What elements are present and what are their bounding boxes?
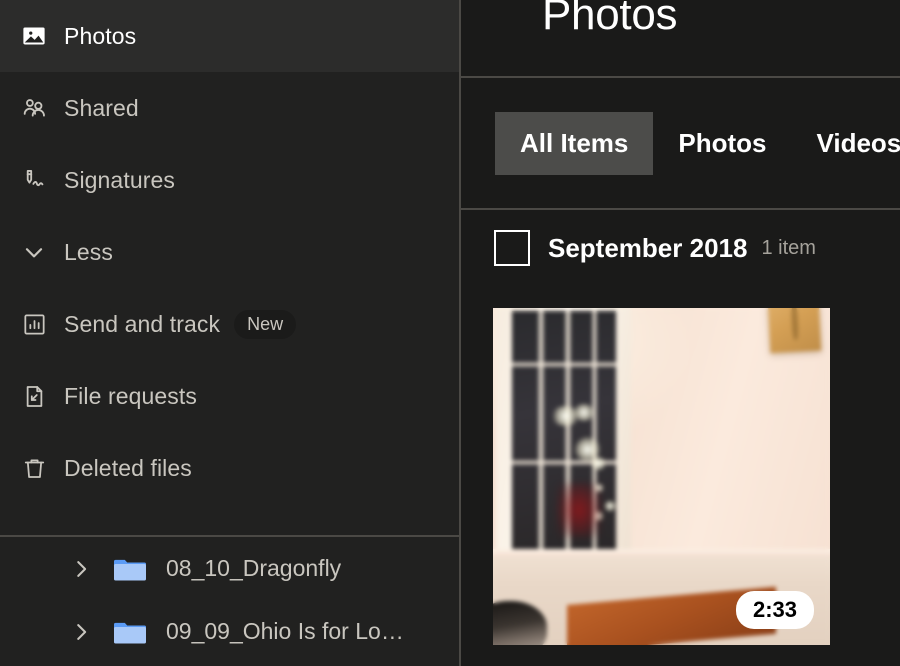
group-item-count: 1 item <box>761 236 816 259</box>
tree-item-label: 08_10_Dragonfly <box>166 555 342 581</box>
chevron-right-icon[interactable] <box>70 621 92 643</box>
sidebar-item-file-requests[interactable]: File requests <box>0 360 459 432</box>
file-download-icon <box>19 381 49 411</box>
sidebar: Photos Shared Signatures Less Send and t… <box>0 0 461 666</box>
status-badge-new: New <box>234 309 297 339</box>
thumbnail-light <box>604 500 616 512</box>
trash-icon <box>19 453 49 483</box>
sidebar-item-photos[interactable]: Photos <box>0 0 459 72</box>
group-title: September 2018 <box>548 232 748 263</box>
tab-all-items[interactable]: All Items <box>495 111 654 175</box>
chevron-right-icon[interactable] <box>70 558 92 580</box>
video-thumbnail[interactable]: 2:33 <box>493 308 830 645</box>
sidebar-item-send-and-track[interactable]: Send and track New <box>0 288 459 360</box>
content-header: Photos <box>461 0 900 78</box>
sidebar-item-label: Photos <box>64 22 137 49</box>
tab-bar: All Items Photos Videos <box>461 78 900 210</box>
thumbnail-mullion <box>511 361 616 367</box>
tree-item-folder-2[interactable]: 09_09_Ohio Is for Lo… <box>0 600 459 663</box>
group-select-checkbox[interactable] <box>494 230 530 266</box>
sidebar-item-label: Less <box>64 238 113 265</box>
tree-item-label: 09_09_Ohio Is for Lo… <box>166 618 404 644</box>
folder-icon <box>113 555 147 583</box>
people-icon <box>19 93 49 123</box>
sidebar-item-shared[interactable]: Shared <box>0 72 459 144</box>
sidebar-item-signatures[interactable]: Signatures <box>0 144 459 216</box>
tab-videos[interactable]: Videos <box>791 112 900 175</box>
sidebar-item-deleted-files[interactable]: Deleted files <box>0 432 459 504</box>
folder-tree: 08_10_Dragonfly 09_09_Ohio Is for Lo… <box>0 537 459 666</box>
folder-icon <box>113 618 147 646</box>
app-root: Photos Shared Signatures Less Send and t… <box>0 0 900 666</box>
tree-item-folder-1[interactable]: 08_10_Dragonfly <box>0 537 459 600</box>
sidebar-item-label: File requests <box>64 382 197 409</box>
sidebar-item-label: Deleted files <box>64 454 192 481</box>
group-header: September 2018 1 item <box>461 210 900 286</box>
thumbnail-mullion <box>538 311 544 558</box>
sidebar-item-less[interactable]: Less <box>0 216 459 288</box>
tab-photos[interactable]: Photos <box>653 112 791 175</box>
page-title: Photos <box>542 0 678 39</box>
content-panel: Photos All Items Photos Videos September… <box>461 0 900 666</box>
sidebar-item-label: Send and track <box>64 310 221 337</box>
chart-icon <box>19 309 49 339</box>
thumbnail-reflection <box>557 483 601 538</box>
chevron-down-icon <box>19 237 49 267</box>
sidebar-item-label: Shared <box>64 94 139 121</box>
video-duration-badge: 2:33 <box>735 590 814 629</box>
media-grid: 2:33 <box>493 308 830 645</box>
signature-icon <box>19 165 49 195</box>
image-icon <box>19 21 49 51</box>
sidebar-item-label: Signatures <box>64 166 175 193</box>
thumbnail-wall-art <box>767 308 822 354</box>
thumbnail-light <box>572 404 596 421</box>
